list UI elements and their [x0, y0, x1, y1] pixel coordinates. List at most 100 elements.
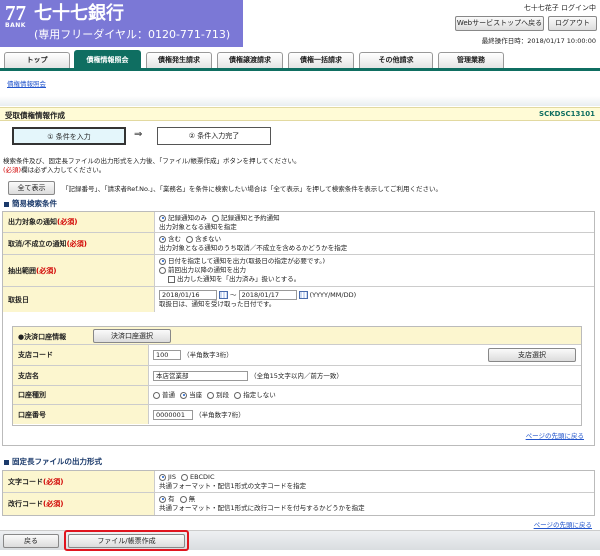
tab-bulk-request[interactable]: 債権一括請求: [288, 52, 354, 68]
branch-name-help: （全角15文字以内／前方一致）: [250, 372, 343, 380]
output-notice-help: 出力対象となる通知を指定: [159, 223, 237, 231]
cancel-exclude-radio[interactable]: [186, 235, 194, 243]
account-number-help: （半角数字7桁）: [195, 411, 245, 419]
account-type-ordinary-radio[interactable]: [153, 391, 160, 399]
handling-date-to-input[interactable]: 2018/01/17: [238, 290, 297, 300]
cancel-include-radio[interactable]: [159, 235, 166, 243]
cancel-notice-row: 取消/不成立の通知 (必須) 含む 含まない 出力対象となる通知のうち取消／不成立…: [3, 233, 594, 255]
branch-code-row: 支店コード 100 （半角数字3桁） 支店選択: [13, 345, 581, 366]
extract-range-label-text: 抽出範囲: [8, 266, 36, 275]
settlement-account-form: ●決済口座情報 決済口座選択 支店コード 100 （半角数字3桁） 支店選択 支…: [12, 326, 582, 426]
tab-credit-transfer[interactable]: 債権譲渡請求: [217, 52, 283, 68]
tab-top[interactable]: トップ: [4, 52, 70, 68]
cancel-notice-label-text: 取消/不成立の通知: [8, 239, 67, 248]
output-format-form: 文字コード (必須) JIS EBCDIC 共通フォーマット・配信1形式の文字コー…: [2, 470, 595, 516]
char-code-ebcdic-radio[interactable]: [181, 473, 189, 481]
show-all-button[interactable]: 全て表示: [8, 181, 55, 195]
char-code-option2: EBCDIC: [190, 473, 215, 481]
output-notice-option2: 記録通知と予約通知: [221, 214, 280, 222]
settlement-account-header: ●決済口座情報 決済口座選択: [13, 327, 581, 345]
simple-search-heading: 簡易検索条件: [4, 198, 57, 209]
required-mark: (必須): [43, 500, 64, 508]
branch-name-input[interactable]: 本店営業部: [153, 371, 248, 381]
branch-select-button[interactable]: 支店選択: [488, 348, 576, 362]
title-bar: 受取債権情報作成 SCKDSC13101: [0, 107, 600, 121]
required-mark: (必須): [36, 266, 57, 275]
newline-help: 共通フォーマット・配信1形式に改行コードを付与するかどうかを指定: [159, 504, 365, 512]
handling-date-label: 取扱日: [3, 287, 155, 312]
tab-credit-inquiry[interactable]: 債権情報照会: [74, 50, 141, 69]
page-top-link[interactable]: ページの先頭に戻る: [526, 430, 584, 440]
account-type-row: 口座種別 普通 当座 別段 指定しない: [13, 386, 581, 405]
branch-code-label: 支店コード: [13, 345, 149, 365]
extract-range-row: 抽出範囲 (必須) 日付を指定して通知を出力(取扱日の指定が必要です。) 前回出力…: [3, 255, 594, 287]
extract-by-date-radio[interactable]: [159, 257, 166, 265]
char-code-label-text: 文字コード: [8, 477, 43, 486]
page-top-link-bottom[interactable]: ページの先頭に戻る: [534, 519, 592, 529]
output-notice-label: 出力対象の通知 (必須): [3, 212, 155, 232]
back-button[interactable]: 戻る: [3, 534, 59, 548]
char-code-jis-radio[interactable]: [159, 473, 166, 481]
account-type-current-radio[interactable]: [180, 391, 188, 399]
account-number-input[interactable]: 0000001: [153, 410, 193, 420]
step-arrow: ⇒: [134, 129, 143, 140]
required-note: (必須)欄は必ず入力してください。: [3, 164, 105, 174]
newline-label: 改行コード (必須): [3, 493, 155, 515]
output-format-heading: 固定長ファイルの出力形式: [4, 456, 102, 467]
cancel-notice-label: 取消/不成立の通知 (必須): [3, 233, 155, 254]
logo-number: 77: [5, 1, 26, 25]
calendar-icon[interactable]: [298, 291, 308, 299]
header: 77 BANK 七十七銀行 (専用フリーダイヤル：0120-771-713) 七…: [0, 0, 600, 48]
account-type-unspecified-radio[interactable]: [234, 391, 242, 399]
extract-option2: 前回出力以降の通知を出力: [168, 266, 246, 274]
account-type-option4: 指定しない: [243, 391, 276, 399]
branch-name-label: 支店名: [13, 366, 149, 385]
extract-range-label: 抽出範囲 (必須): [3, 255, 155, 286]
extract-since-last-radio[interactable]: [159, 266, 166, 274]
required-mark: (必須): [43, 477, 64, 486]
sub-nav: 債権情報照会: [0, 72, 600, 98]
branch-name-row: 支店名 本店営業部 （全角15文字以内／前方一致）: [13, 366, 581, 386]
tab-management[interactable]: 管理業務: [438, 52, 504, 68]
branch-code-help: （半角数字3桁）: [183, 351, 233, 359]
mark-output-checkbox[interactable]: [168, 275, 175, 283]
section-marker-icon: [4, 459, 9, 465]
newline-row: 改行コード (必須) 有 無 共通フォーマット・配信1形式に改行コードを付与するか…: [3, 493, 594, 515]
freedial-number: (専用フリーダイヤル：0120-771-713): [34, 28, 231, 41]
settlement-account-select-button[interactable]: 決済口座選択: [93, 329, 171, 343]
logout-button[interactable]: ログアウト: [548, 16, 597, 31]
main-tab-bar: トップ 債権情報照会 債権発生請求 債権譲渡請求 債権一括請求 その他請求 管理…: [0, 49, 600, 71]
handling-date-row: 取扱日 2018/01/16 〜 2018/01/17 (YYYY/MM/DD) 取…: [3, 287, 594, 312]
web-service-top-button[interactable]: Webサービストップへ戻る: [455, 16, 544, 31]
extract-option1: 日付を指定して通知を出力(取扱日の指定が必要です。): [168, 257, 325, 265]
show-all-note: 「記録番号」、「請求者Ref.No.」、「業務名」を条件に検索したい場合は「全て…: [62, 185, 443, 193]
mark-output-checkbox-label: 出力した通知を「出力済み」扱いとする。: [177, 275, 301, 283]
page-title: 受取債権情報作成: [5, 111, 65, 120]
account-number-label: 口座番号: [13, 405, 149, 424]
tab-other-request[interactable]: その他請求: [359, 52, 433, 68]
screen-id: SCKDSC13101: [539, 110, 595, 118]
output-notice-record-only-radio[interactable]: [159, 214, 166, 222]
char-code-help: 共通フォーマット・配信1形式の文字コードを指定: [159, 482, 307, 490]
handling-date-from-input[interactable]: 2018/01/16: [159, 290, 217, 300]
output-notice-record-reserve-radio[interactable]: [212, 214, 220, 222]
handling-date-help: 取扱日は、通知を受け取った日付です。: [159, 300, 276, 308]
newline-label-text: 改行コード: [8, 500, 43, 508]
output-format-heading-text: 固定長ファイルの出力形式: [12, 457, 102, 466]
newline-no-radio[interactable]: [179, 495, 187, 503]
char-code-row: 文字コード (必須) JIS EBCDIC 共通フォーマット・配信1形式の文字コー…: [3, 471, 594, 493]
char-code-option1: JIS: [168, 473, 176, 481]
required-mark: (必須): [3, 166, 22, 174]
date-range-tilde: 〜: [230, 291, 237, 299]
newline-yes-radio[interactable]: [159, 495, 166, 503]
branch-code-input[interactable]: 100: [153, 350, 181, 360]
account-type-special-radio[interactable]: [207, 391, 215, 399]
breadcrumb-credit-inquiry[interactable]: 債権情報照会: [7, 78, 46, 88]
output-notice-row: 出力対象の通知 (必須) 記録通知のみ 記録通知と予約通知 出力対象となる通知を指…: [3, 212, 594, 233]
calendar-icon[interactable]: [219, 291, 228, 299]
cancel-notice-help: 出力対象となる通知のうち取消／不成立を含めるかどうかを指定: [159, 244, 348, 252]
required-note-text: 欄は必ず入力してください。: [21, 166, 106, 174]
create-button-highlight: [64, 530, 189, 551]
tab-credit-issue[interactable]: 債権発生請求: [146, 52, 212, 68]
char-code-label: 文字コード (必須): [3, 471, 155, 492]
